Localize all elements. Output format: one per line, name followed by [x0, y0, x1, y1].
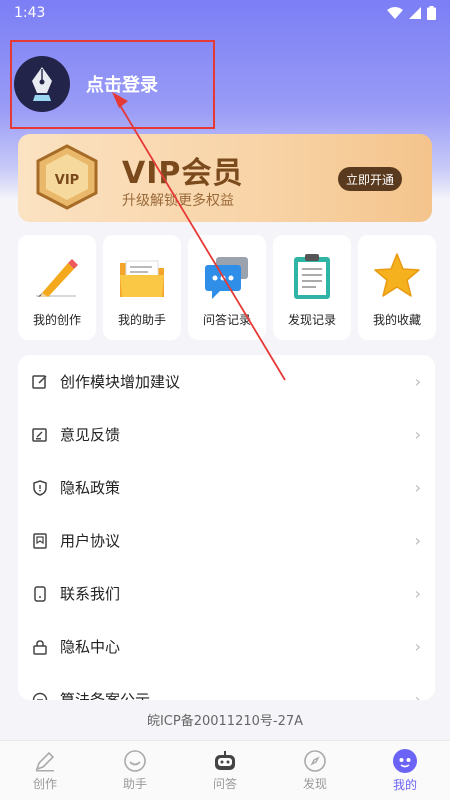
vip-crown-badge-icon: VIP	[36, 144, 98, 210]
profile-icon	[393, 749, 417, 773]
tab-discover[interactable]: 发现	[270, 741, 360, 800]
menu-item-label: 联系我们	[60, 585, 121, 603]
signal-icon	[409, 7, 421, 19]
vip-card[interactable]: VIP VIP会员 升级解锁更多权益 立即开通	[18, 134, 432, 222]
vip-subtitle: 升级解锁更多权益	[122, 193, 234, 209]
chevron-right-icon: ›	[414, 478, 421, 497]
menu-item-label: 隐私中心	[60, 638, 121, 656]
feedback-icon	[32, 427, 48, 443]
quick-my-assistant[interactable]: 我的助手	[103, 235, 181, 340]
menu-item-label: 创作模块增加建议	[60, 373, 181, 391]
annotation-highlight-box	[10, 40, 215, 129]
tab-label: 助手	[122, 777, 147, 791]
menu-item-algorithm-filing[interactable]: 算法备案公示 ›	[18, 673, 435, 700]
menu-item-label: 意见反馈	[60, 426, 121, 444]
menu-item-label: 算法备案公示	[60, 691, 151, 700]
folder-icon	[120, 260, 164, 297]
menu-item-label: 用户协议	[60, 532, 121, 550]
shield-icon	[32, 479, 48, 496]
compass-icon	[304, 750, 326, 772]
chevron-right-icon: ›	[414, 531, 421, 550]
tab-qa[interactable]: 问答	[180, 741, 270, 800]
bottom-tab-bar: 创作 助手 问答 发现 我的	[0, 740, 450, 800]
bookmark-icon	[32, 532, 48, 549]
status-bar: 1:43	[0, 0, 450, 26]
quick-my-favorites[interactable]: 我的收藏	[358, 235, 436, 340]
tab-label: 问答	[212, 777, 237, 791]
tab-profile[interactable]: 我的	[360, 741, 450, 800]
quick-actions-row: 我的创作 我的助手 问答记录 发现记录 我的收藏	[18, 235, 438, 340]
edit-icon	[32, 374, 48, 390]
algorithm-icon	[32, 692, 48, 700]
tab-assistant[interactable]: 助手	[90, 741, 180, 800]
pencil-icon	[36, 259, 78, 297]
menu-item-user-agreement[interactable]: 用户协议 ›	[18, 514, 435, 567]
quick-qa-records[interactable]: 问答记录	[188, 235, 266, 340]
pen-icon	[35, 751, 55, 772]
tab-label: 创作	[32, 777, 57, 791]
menu-item-creation-suggestion[interactable]: 创作模块增加建议 ›	[18, 355, 435, 408]
quick-label: 发现记录	[287, 313, 336, 327]
chevron-right-icon: ›	[414, 690, 421, 700]
settings-menu: 创作模块增加建议 › 意见反馈 › 隐私政策 › 用户协议 › 联系我们 › 隐…	[18, 355, 435, 700]
battery-icon	[427, 6, 436, 20]
robot-icon	[215, 751, 235, 770]
menu-item-feedback[interactable]: 意见反馈 ›	[18, 408, 435, 461]
quick-label: 问答记录	[202, 313, 251, 327]
status-time: 1:43	[14, 5, 46, 21]
menu-item-privacy-center[interactable]: 隐私中心 ›	[18, 620, 435, 673]
chat-bubble-icon	[205, 257, 248, 299]
quick-my-creations[interactable]: 我的创作	[18, 235, 96, 340]
chevron-right-icon: ›	[414, 584, 421, 603]
phone-icon	[32, 585, 48, 602]
quick-label: 我的收藏	[372, 313, 421, 327]
lock-icon	[32, 639, 48, 655]
star-icon	[374, 253, 420, 297]
menu-item-label: 隐私政策	[60, 479, 121, 497]
chevron-right-icon: ›	[414, 637, 421, 656]
menu-item-privacy-policy[interactable]: 隐私政策 ›	[18, 461, 435, 514]
tab-label: 发现	[302, 777, 327, 791]
smile-icon	[124, 750, 146, 772]
chevron-right-icon: ›	[414, 425, 421, 444]
wifi-icon	[387, 7, 403, 19]
status-icons	[387, 6, 436, 20]
vip-open-button[interactable]: 立即开通	[338, 167, 402, 191]
chevron-right-icon: ›	[414, 372, 421, 391]
tab-create[interactable]: 创作	[0, 741, 90, 800]
vip-badge-text: VIP	[55, 173, 79, 188]
menu-item-contact-us[interactable]: 联系我们 ›	[18, 567, 435, 620]
vip-title: VIP会员	[122, 156, 244, 191]
quick-label: 我的创作	[32, 313, 81, 327]
icp-filing-text[interactable]: 皖ICP备20011210号-27A	[0, 710, 450, 729]
quick-discover-records[interactable]: 发现记录	[273, 235, 351, 340]
quick-label: 我的助手	[117, 313, 166, 327]
clipboard-icon	[294, 254, 330, 299]
tab-label: 我的	[392, 778, 417, 792]
